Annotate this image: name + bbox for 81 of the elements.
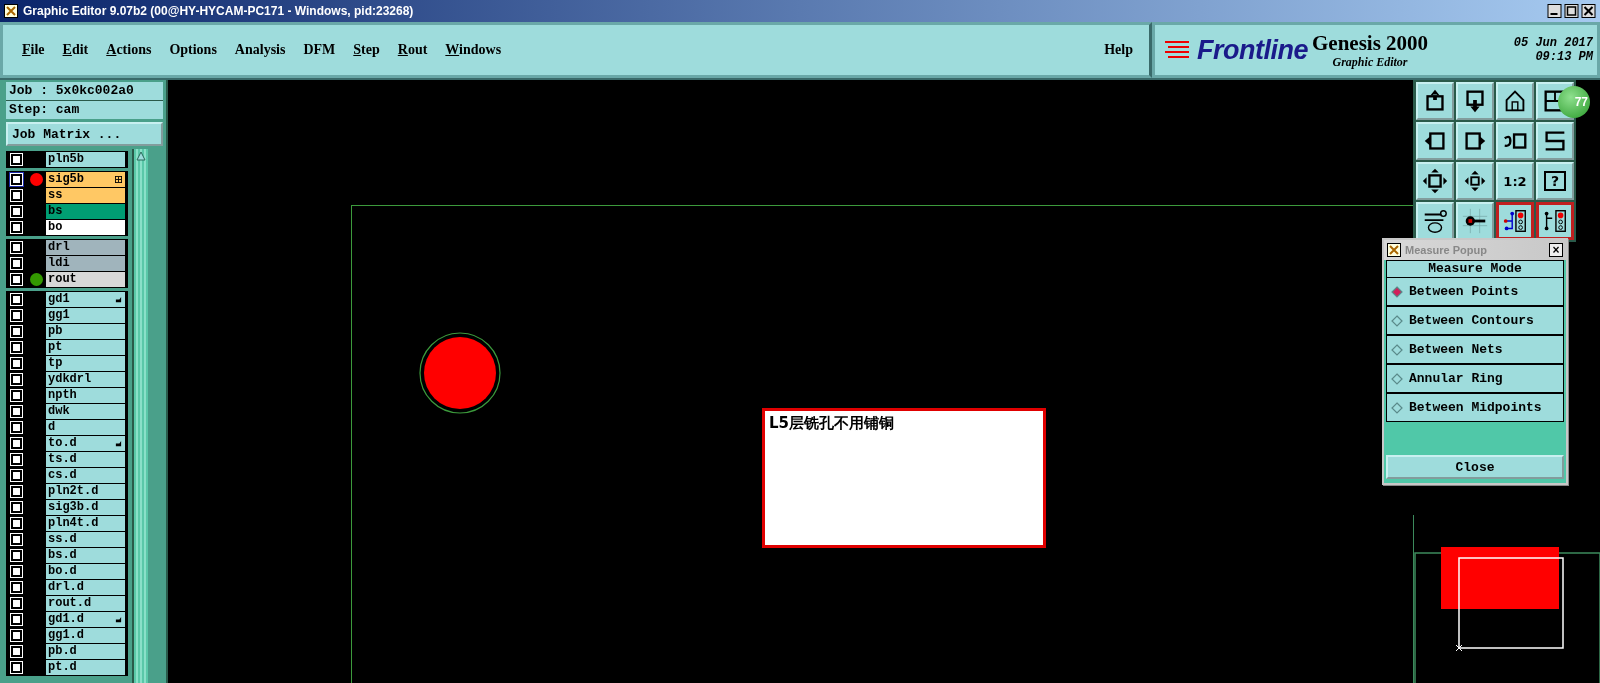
close-button[interactable]: × — [1549, 243, 1563, 257]
layer-name[interactable]: rout — [46, 272, 125, 287]
help-menu[interactable]: Help — [1104, 42, 1133, 58]
maximize-icon[interactable] — [1564, 4, 1579, 18]
measure-mode-heading: Measure Mode — [1386, 260, 1564, 277]
radio-diamond[interactable] — [1391, 372, 1403, 385]
layer-name[interactable]: ldi — [46, 256, 125, 271]
netlist-icon — [1501, 207, 1529, 235]
layer-name[interactable]: bo.d — [46, 564, 125, 579]
job-matrix-button[interactable]: Job Matrix ... — [6, 122, 163, 146]
measure-mode-option[interactable]: Between Midpoints — [1386, 393, 1564, 422]
tool-button[interactable] — [1496, 202, 1534, 240]
menu-item[interactable]: Options — [169, 42, 217, 58]
note-text: L5层铣孔不用铺铜 — [762, 408, 1046, 548]
scroll-up-icon[interactable] — [136, 151, 146, 161]
menu-item[interactable]: File — [22, 42, 45, 58]
menu-item[interactable]: Rout — [397, 42, 428, 58]
layer-name[interactable]: bs.d — [46, 548, 125, 563]
layer-name[interactable]: gd1 — [46, 292, 125, 307]
layer-name[interactable]: bo — [46, 220, 125, 235]
product-subtitle: Graphic Editor — [1332, 54, 1408, 70]
measure-mode-option[interactable]: Between Points — [1386, 277, 1564, 306]
count-badge: 77 — [1558, 86, 1590, 118]
date-text: 05 Jun 2017 — [1513, 36, 1593, 50]
layer-name[interactable]: ss.d — [46, 532, 125, 547]
layer-name[interactable]: gg1.d — [46, 628, 125, 643]
layer-name[interactable]: to.d — [46, 436, 125, 451]
layer-name[interactable]: tp — [46, 356, 125, 371]
layer-name[interactable]: d — [46, 420, 125, 435]
radio-diamond[interactable] — [1391, 343, 1403, 356]
tool-button[interactable] — [1536, 202, 1574, 240]
layer-name[interactable]: bs — [46, 204, 125, 219]
layer-name[interactable]: sig5b — [46, 172, 125, 187]
time-text: 09:13 PM — [1535, 50, 1593, 64]
app-icon — [1387, 243, 1401, 257]
layer-name[interactable]: sig3b.d — [46, 500, 125, 515]
layer-name[interactable]: ydkdrl — [46, 372, 125, 387]
layer-name[interactable]: cs.d — [46, 468, 125, 483]
brand-logo: Frontline — [1197, 34, 1308, 66]
layer-name[interactable]: gd1.d — [46, 612, 125, 627]
layer-name[interactable]: pt — [46, 340, 125, 355]
menu-item[interactable]: Edit — [62, 42, 89, 58]
measure-mode-option[interactable]: Annular Ring — [1386, 364, 1564, 393]
layer-name[interactable]: rout.d — [46, 596, 125, 611]
scrollbar[interactable] — [132, 149, 148, 683]
product-name: Genesis 2000 — [1312, 30, 1429, 55]
menu-item[interactable]: Step — [353, 42, 380, 58]
layer-name[interactable]: drl.d — [46, 580, 125, 595]
measure-mode-option[interactable]: Between Nets — [1386, 335, 1564, 364]
layer-name[interactable]: dwk — [46, 404, 125, 419]
layer-name[interactable]: pb.d — [46, 644, 125, 659]
layer-name[interactable]: ss — [46, 188, 125, 203]
job-label: Job : 5x0kc002a0 — [6, 82, 163, 100]
menu-item[interactable]: DFM — [303, 42, 336, 58]
minimize-icon[interactable] — [1547, 4, 1562, 18]
menu-item[interactable]: Analysis — [234, 42, 286, 58]
pad-trace-icon — [1461, 207, 1489, 235]
expand-box-icon — [1421, 167, 1449, 195]
menu-item[interactable]: Windows — [445, 42, 502, 58]
help-button[interactable]: ? — [1536, 162, 1574, 200]
close-icon[interactable] — [1581, 4, 1596, 18]
radio-diamond[interactable] — [1391, 401, 1403, 414]
layer-name[interactable]: pb — [46, 324, 125, 339]
layer-name[interactable]: drl — [46, 240, 125, 255]
layer-name[interactable]: ts.d — [46, 452, 125, 467]
layer-name[interactable]: pln5b — [46, 152, 125, 167]
layer-name[interactable]: npth — [46, 388, 125, 403]
layer-name[interactable]: pt.d — [46, 660, 125, 675]
zoom-ratio-button[interactable]: 1:2 — [1496, 162, 1534, 200]
measure-mode-option[interactable]: Between Contours — [1386, 306, 1564, 335]
radio-diamond[interactable] — [1391, 285, 1403, 298]
layer-name[interactable]: pln4t.d — [46, 516, 125, 531]
layer-name[interactable]: gg1 — [46, 308, 125, 323]
close-popup-button[interactable]: Close — [1386, 455, 1564, 479]
menu-item[interactable]: Actions — [106, 42, 152, 58]
round-pad[interactable] — [418, 331, 502, 415]
step-label: Step: cam — [6, 101, 163, 119]
radio-diamond[interactable] — [1391, 314, 1403, 327]
app-icon — [4, 4, 18, 18]
window-title: Graphic Editor 9.07b2 (00@HY-HYCAM-PC171 - Windows, pid:23268) — [23, 4, 414, 18]
layer-name[interactable]: pln2t.d — [46, 484, 125, 499]
